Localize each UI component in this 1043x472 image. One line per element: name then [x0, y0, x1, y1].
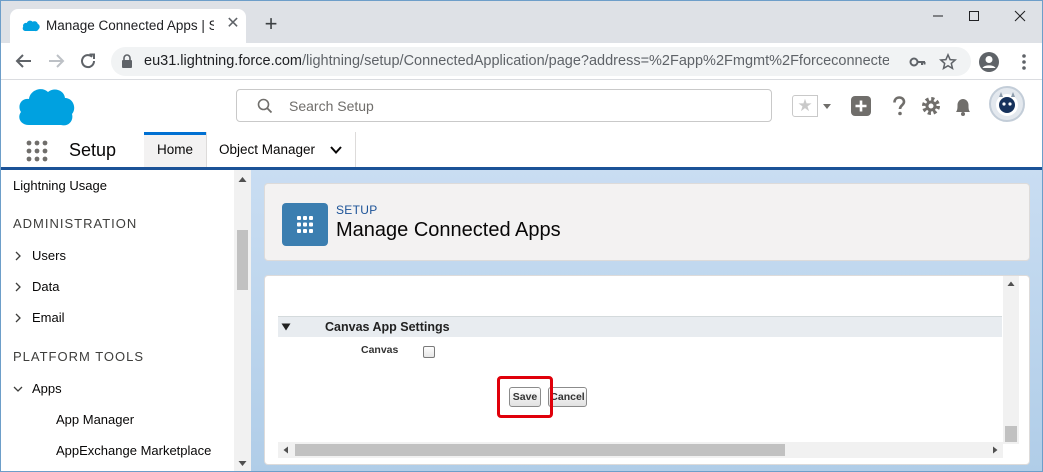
- sidebar-section-label: ADMINISTRATION: [13, 216, 138, 231]
- search-icon: [257, 98, 273, 114]
- setup-sidebar: Lightning Usage ADMINISTRATION Users Dat…: [1, 170, 251, 471]
- sidebar-item-email[interactable]: Email: [13, 310, 65, 325]
- tab-home[interactable]: Home: [144, 132, 206, 167]
- sidebar-scrollbar[interactable]: [234, 170, 251, 471]
- chevron-right-icon: [15, 251, 21, 261]
- forward-arrow-icon[interactable]: [45, 50, 67, 72]
- astro-avatar-icon: [996, 92, 1018, 116]
- notifications-bell-icon[interactable]: [951, 94, 975, 118]
- collapse-triangle-icon[interactable]: [281, 322, 291, 332]
- tab-title: Manage Connected Apps | Salesf: [46, 18, 214, 33]
- connected-app-form: Canvas App Settings Canvas Save Cancel: [264, 275, 1030, 465]
- app-grid-icon: [282, 203, 328, 246]
- canvas-field-label: Canvas: [361, 344, 399, 356]
- form-horizontal-scrollbar[interactable]: [278, 442, 1003, 458]
- sidebar-item-label: Data: [32, 279, 60, 294]
- salesforce-header: ★: [1, 80, 1042, 132]
- app-name: Setup: [69, 140, 117, 160]
- back-arrow-icon[interactable]: [13, 50, 35, 72]
- page-title: Manage Connected Apps: [336, 219, 561, 241]
- tab-object-manager[interactable]: Object Manager: [206, 132, 356, 167]
- search-box[interactable]: [236, 89, 772, 122]
- sidebar-section-platform-tools: PLATFORM TOOLS: [13, 349, 144, 364]
- sidebar-item-label: Users: [32, 248, 66, 263]
- sidebar-item-data[interactable]: Data: [13, 279, 59, 294]
- lock-icon[interactable]: [121, 54, 133, 68]
- browser-toolbar: eu31.lightning.force.com/lightning/setup…: [1, 43, 1042, 80]
- sidebar-item-label: Email: [32, 310, 65, 325]
- scroll-up-arrow-icon[interactable]: [238, 175, 247, 184]
- browser-tab[interactable]: Manage Connected Apps | Salesf ✕: [10, 9, 246, 43]
- chevron-down-icon: [13, 386, 23, 392]
- cancel-button[interactable]: Cancel: [548, 387, 587, 407]
- sidebar-item-label: Apps: [32, 381, 62, 396]
- sidebar-item-app-manager[interactable]: App Manager: [56, 412, 134, 427]
- chevron-down-icon[interactable]: [329, 144, 343, 156]
- sidebar-item-appexchange-marketplace[interactable]: AppExchange Marketplace: [56, 443, 211, 458]
- url-text[interactable]: eu31.lightning.force.com/lightning/setup…: [144, 53, 889, 69]
- reload-icon[interactable]: [77, 50, 99, 72]
- address-bar[interactable]: eu31.lightning.force.com/lightning/setup…: [111, 47, 971, 76]
- sidebar-item-users[interactable]: Users: [13, 248, 66, 263]
- salesforce-logo-icon[interactable]: [16, 85, 76, 127]
- key-icon[interactable]: [909, 53, 927, 71]
- maximize-icon[interactable]: [959, 5, 989, 27]
- sidebar-scrollbar-thumb[interactable]: [237, 230, 248, 290]
- search-input[interactable]: [287, 90, 757, 121]
- app-navigation-bar: Setup Home Object Manager: [1, 132, 1042, 170]
- minimize-icon[interactable]: [923, 5, 953, 27]
- user-avatar[interactable]: [989, 86, 1025, 122]
- sidebar-item-label: App Manager: [56, 412, 135, 427]
- browser-window: Manage Connected Apps | Salesf ✕ +: [0, 0, 1043, 472]
- tab-object-manager-label: Object Manager: [219, 142, 316, 157]
- sidebar-section-administration: ADMINISTRATION: [13, 216, 137, 231]
- help-icon[interactable]: [887, 94, 911, 118]
- favorites-group: ★: [792, 95, 835, 117]
- section-title: Canvas App Settings: [325, 320, 450, 334]
- form-vertical-scrollbar[interactable]: [1003, 276, 1019, 444]
- section-header-canvas-app-settings[interactable]: Canvas App Settings: [278, 316, 1002, 337]
- form-horizontal-scrollbar-thumb[interactable]: [295, 444, 785, 456]
- sidebar-section-label: PLATFORM TOOLS: [13, 349, 145, 364]
- bookmark-star-icon[interactable]: [939, 53, 957, 71]
- setup-gear-icon[interactable]: [919, 94, 943, 118]
- scroll-up-arrow-icon[interactable]: [1007, 280, 1015, 288]
- favorites-dropdown-button[interactable]: [817, 95, 835, 117]
- sidebar-item-label: Lightning Usage: [13, 178, 107, 193]
- salesforce-favicon-icon: [22, 20, 40, 32]
- profile-icon[interactable]: [978, 51, 1000, 73]
- form-vertical-scrollbar-thumb[interactable]: [1005, 426, 1017, 442]
- close-window-icon[interactable]: [1005, 5, 1035, 27]
- browser-titlebar: Manage Connected Apps | Salesf ✕ +: [1, 1, 1042, 43]
- save-button-highlight: [497, 376, 553, 418]
- sidebar-item-apps[interactable]: Apps: [13, 381, 62, 396]
- page-header: SETUP Manage Connected Apps: [264, 183, 1030, 261]
- new-tab-icon[interactable]: +: [259, 13, 283, 37]
- app-launcher-icon[interactable]: [25, 139, 49, 163]
- canvas-checkbox[interactable]: [423, 346, 435, 358]
- chevron-right-icon: [15, 313, 21, 323]
- caret-down-icon: [823, 104, 831, 109]
- more-menu-icon[interactable]: [1013, 51, 1035, 73]
- tab-home-label: Home: [156, 142, 193, 157]
- tab-close-icon[interactable]: ✕: [224, 15, 242, 33]
- favorite-star-icon[interactable]: ★: [793, 96, 817, 116]
- chevron-right-icon: [15, 282, 21, 292]
- scroll-left-arrow-icon[interactable]: [282, 446, 290, 454]
- scroll-right-arrow-icon[interactable]: [991, 446, 999, 454]
- scroll-down-arrow-icon[interactable]: [238, 459, 247, 468]
- sidebar-item-label: AppExchange Marketplace: [56, 443, 212, 458]
- page-eyebrow: SETUP: [336, 203, 378, 217]
- global-actions-plus-icon[interactable]: [849, 94, 873, 118]
- sidebar-item-lightning-usage[interactable]: Lightning Usage: [13, 178, 107, 193]
